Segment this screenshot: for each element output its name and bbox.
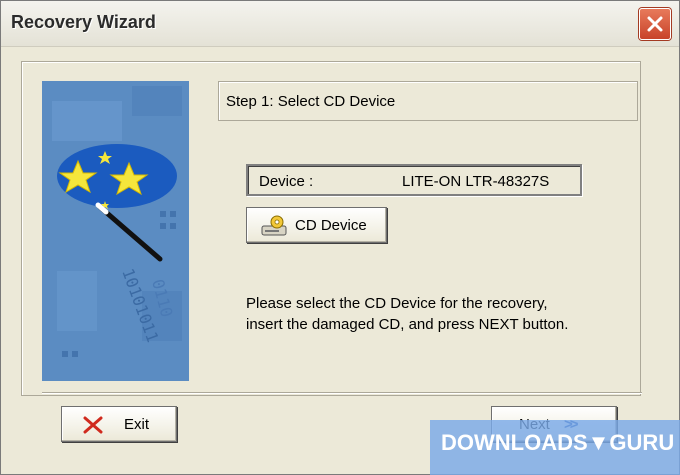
- cd-device-label: CD Device: [295, 217, 367, 234]
- title-bar[interactable]: Recovery Wizard: [1, 1, 679, 47]
- instructions-line-2: insert the damaged CD, and press NEXT bu…: [246, 316, 569, 333]
- exit-button[interactable]: Exit: [61, 406, 177, 442]
- exit-x-icon: [83, 416, 103, 434]
- footer-separator: [42, 392, 642, 394]
- cd-device-button[interactable]: CD Device: [246, 207, 387, 243]
- device-label: Device :: [259, 173, 314, 190]
- exit-label: Exit: [124, 416, 150, 433]
- step-title: Step 1: Select CD Device: [226, 93, 396, 110]
- recovery-wizard-window: Recovery Wizard 10101011 0110 Step 1: Se…: [0, 0, 680, 475]
- watermark-text: DOWNLOADS▼GURU: [441, 430, 675, 455]
- window-title: Recovery Wizard: [11, 12, 156, 32]
- cd-drive-icon: [261, 215, 287, 236]
- wizard-wand-image: 10101011 0110: [42, 81, 189, 381]
- close-icon: [647, 16, 663, 32]
- instructions-line-1: Please select the CD Device for the reco…: [246, 295, 548, 312]
- step-header: Step 1: Select CD Device: [218, 81, 638, 121]
- close-button[interactable]: [639, 8, 671, 40]
- device-field: Device : LITE-ON LTR-48327S: [246, 164, 582, 196]
- device-value: LITE-ON LTR-48327S: [402, 173, 550, 190]
- instructions-text: Please select the CD Device for the reco…: [246, 293, 626, 335]
- watermark-banner: DOWNLOADS▼GURU: [430, 420, 680, 475]
